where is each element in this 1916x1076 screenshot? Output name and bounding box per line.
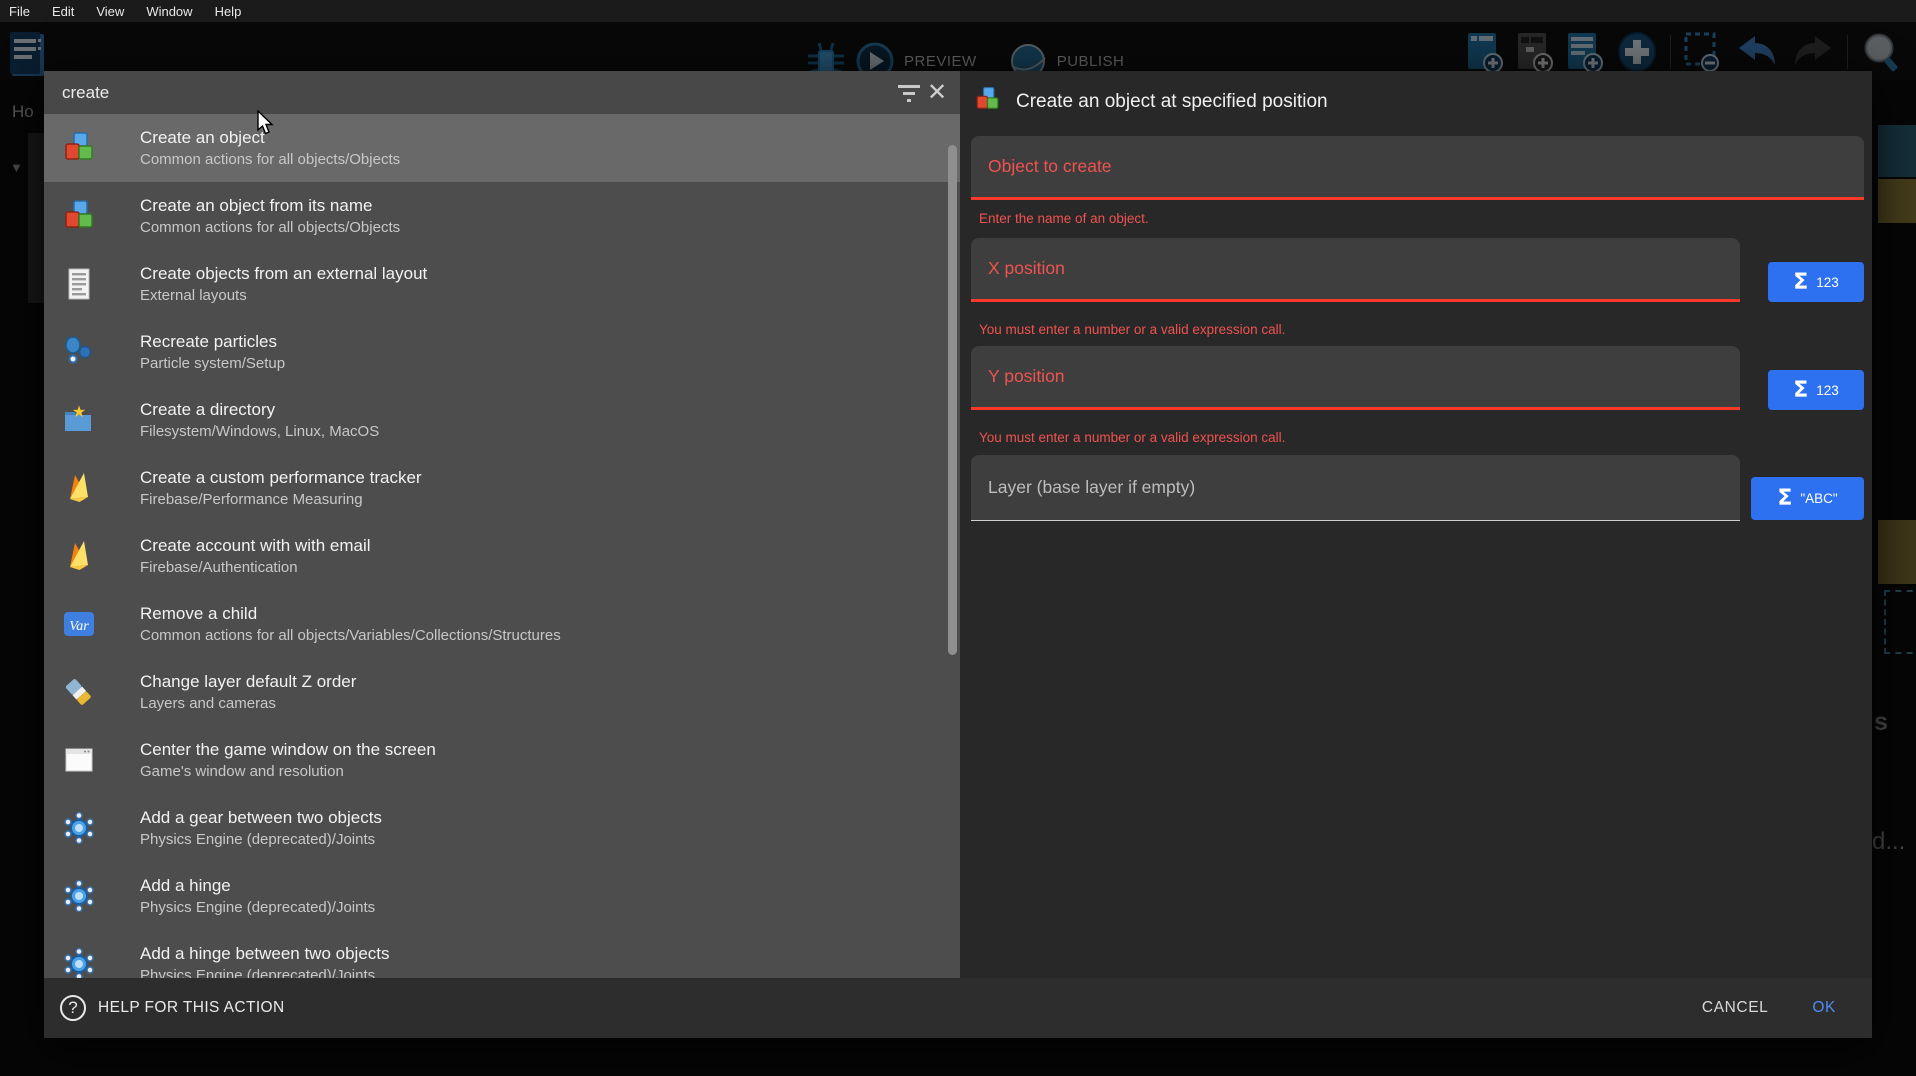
action-title: Create account with with email	[140, 536, 371, 556]
help-button[interactable]: ? HELP FOR THIS ACTION	[60, 995, 1702, 1021]
list-item[interactable]: Create a custom performance tracker Fire…	[44, 454, 960, 522]
action-title: Create a directory	[140, 400, 379, 420]
layer-placeholder: Layer (base layer if empty)	[971, 477, 1195, 498]
svg-text:★: ★	[72, 404, 86, 421]
sigma-icon: Σ	[1793, 378, 1808, 403]
physics-icon	[62, 947, 96, 978]
action-group: Filesystem/Windows, Linux, MacOS	[140, 423, 379, 440]
action-title: Create objects from an external layout	[140, 264, 427, 284]
firebase-icon	[62, 539, 96, 573]
expression-type-label: "ABC"	[1800, 491, 1837, 506]
close-icon[interactable]: ✕	[926, 76, 960, 110]
list-item[interactable]: Create an object from its name Common ac…	[44, 182, 960, 250]
list-item[interactable]: Var Remove a child Common actions for al…	[44, 590, 960, 658]
action-group: Common actions for all objects/Objects	[140, 151, 400, 168]
action-results-list: Create an object Common actions for all …	[44, 114, 960, 978]
action-title: Add a gear between two objects	[140, 808, 382, 828]
action-group: Game's window and resolution	[140, 763, 436, 780]
window-icon	[62, 743, 96, 777]
action-title: Create an object at specified position	[1016, 91, 1328, 113]
sigma-icon: Σ	[1793, 270, 1808, 295]
firebase-icon	[62, 471, 96, 505]
x-position-field[interactable]: X position	[971, 238, 1740, 302]
object-to-create-field[interactable]: Object to create	[971, 136, 1864, 200]
action-search-panel: create ✕ Create an object Common actions…	[44, 71, 960, 978]
external-layout-icon	[62, 267, 96, 301]
list-item[interactable]: Add a hinge between two objects Physics …	[44, 930, 960, 978]
action-group: External layouts	[140, 287, 427, 304]
action-header: Create an object at specified position	[974, 86, 1328, 118]
list-item[interactable]: Recreate particles Particle system/Setup	[44, 318, 960, 386]
action-title: Add a hinge between two objects	[140, 944, 390, 964]
sigma-icon: Σ	[1777, 486, 1792, 511]
search-bar: create ✕	[44, 71, 960, 114]
svg-text:Var: Var	[69, 619, 89, 634]
filter-icon[interactable]	[892, 76, 926, 110]
y-expression-button[interactable]: Σ 123	[1768, 370, 1864, 410]
action-group: Physics Engine (deprecated)/Joints	[140, 967, 390, 978]
list-item[interactable]: Create account with with email Firebase/…	[44, 522, 960, 590]
physics-icon	[62, 811, 96, 845]
instruction-editor-dialog: create ✕ Create an object Common actions…	[44, 71, 1872, 1038]
action-group: Physics Engine (deprecated)/Joints	[140, 899, 375, 916]
list-item[interactable]: Change layer default Z order Layers and …	[44, 658, 960, 726]
search-input[interactable]: create	[44, 83, 892, 103]
layer-field[interactable]: Layer (base layer if empty)	[971, 455, 1740, 521]
action-title: Create an object from its name	[140, 196, 400, 216]
action-title: Create an object	[140, 128, 400, 148]
action-group: Particle system/Setup	[140, 355, 285, 372]
action-group: Firebase/Authentication	[140, 559, 371, 576]
action-title: Recreate particles	[140, 332, 285, 352]
menu-window[interactable]: Window	[146, 4, 192, 19]
x-error-text: You must enter a number or a valid expre…	[979, 322, 1285, 337]
y-error-text: You must enter a number or a valid expre…	[979, 430, 1285, 445]
action-title: Remove a child	[140, 604, 561, 624]
action-group: Layers and cameras	[140, 695, 356, 712]
list-item[interactable]: Create objects from an external layout E…	[44, 250, 960, 318]
objects-icon	[62, 131, 96, 165]
objects-icon	[62, 199, 96, 233]
layer-expression-button[interactable]: Σ "ABC"	[1751, 477, 1864, 520]
list-item[interactable]: Center the game window on the screen Gam…	[44, 726, 960, 794]
list-item[interactable]: Add a hinge Physics Engine (deprecated)/…	[44, 862, 960, 930]
action-group: Firebase/Performance Measuring	[140, 491, 422, 508]
scrollbar-thumb[interactable]	[948, 145, 957, 655]
action-group: Common actions for all objects/Variables…	[140, 627, 561, 644]
action-title: Add a hinge	[140, 876, 375, 896]
dialog-footer: ? HELP FOR THIS ACTION CANCEL OK	[44, 978, 1872, 1038]
action-title: Center the game window on the screen	[140, 740, 436, 760]
folder-star-icon: ★	[62, 403, 96, 437]
action-group: Common actions for all objects/Objects	[140, 219, 400, 236]
expression-type-label: 123	[1816, 275, 1839, 290]
list-item[interactable]: Add a gear between two objects Physics E…	[44, 794, 960, 862]
help-label: HELP FOR THIS ACTION	[98, 999, 285, 1017]
menu-edit[interactable]: Edit	[52, 4, 74, 19]
menu-help[interactable]: Help	[215, 4, 242, 19]
particles-icon	[62, 335, 96, 369]
menu-view[interactable]: View	[96, 4, 124, 19]
list-item[interactable]: Create an object Common actions for all …	[44, 114, 960, 182]
action-group: Physics Engine (deprecated)/Joints	[140, 831, 382, 848]
ok-button[interactable]: OK	[1812, 999, 1836, 1017]
y-position-placeholder: Y position	[971, 366, 1065, 387]
objects-icon	[974, 86, 1001, 118]
object-helper-text: Enter the name of an object.	[979, 211, 1149, 226]
list-item[interactable]: ★ Create a directory Filesystem/Windows,…	[44, 386, 960, 454]
action-title: Create a custom performance tracker	[140, 468, 422, 488]
menu-file[interactable]: File	[9, 4, 30, 19]
menu-bar: File Edit View Window Help	[0, 0, 1916, 22]
action-parameters-panel: Create an object at specified position O…	[960, 71, 1872, 978]
expression-type-label: 123	[1816, 383, 1839, 398]
help-icon: ?	[60, 995, 86, 1021]
eraser-icon	[62, 675, 96, 709]
cancel-button[interactable]: CANCEL	[1702, 999, 1768, 1017]
y-position-field[interactable]: Y position	[971, 346, 1740, 410]
physics-icon	[62, 879, 96, 913]
action-title: Change layer default Z order	[140, 672, 356, 692]
x-position-placeholder: X position	[971, 258, 1065, 279]
object-to-create-placeholder: Object to create	[971, 156, 1112, 177]
variable-icon: Var	[62, 607, 96, 641]
x-expression-button[interactable]: Σ 123	[1768, 262, 1864, 302]
